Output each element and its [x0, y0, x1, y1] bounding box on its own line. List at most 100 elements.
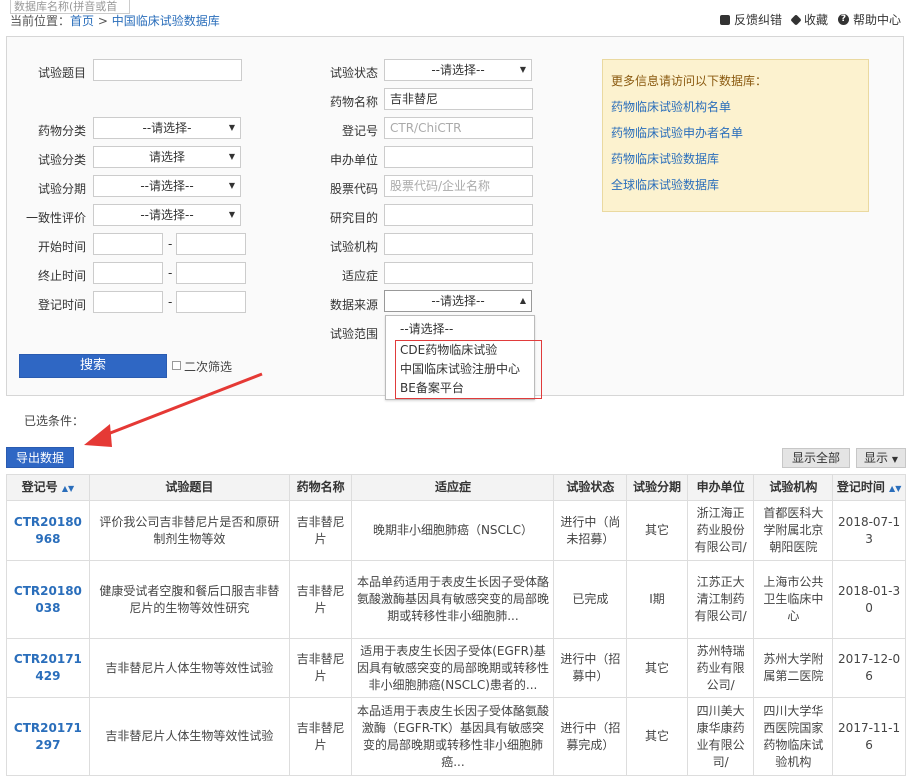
dropdown-caret-icon: ▼ — [228, 181, 235, 190]
dropdown-caret-icon: ▼ — [228, 123, 235, 132]
sponsor-list-link[interactable]: 药物临床试验申办者名单 — [611, 124, 860, 141]
trial-scope-label: 试验范围 — [329, 327, 378, 341]
cell-sponsor: 江苏正大清江制药有限公司/ — [686, 560, 755, 639]
range-dash: - — [168, 237, 173, 251]
cell-phase: 其它 — [626, 697, 688, 776]
help-link[interactable]: ? 帮助中心 — [837, 11, 901, 28]
breadcrumb-separator: > — [97, 14, 108, 28]
trial-phase-label: 试验分期 — [37, 182, 86, 196]
reg-time-to-input[interactable] — [176, 291, 246, 313]
reg-no-link[interactable]: CTR20180968 — [6, 500, 90, 561]
column-header-label: 登记号 — [21, 479, 58, 494]
sort-icon[interactable]: ▲▼ — [889, 484, 901, 493]
end-time-from-input[interactable] — [93, 262, 163, 284]
cell-phase: 其它 — [626, 500, 688, 561]
end-time-label: 终止时间 — [37, 269, 86, 283]
trial-status-value: --请选择-- — [431, 63, 485, 77]
cell-institution: 四川大学华西医院国家药物临床试验机构 — [753, 697, 834, 776]
help-label: 帮助中心 — [852, 13, 901, 27]
cell-title: 评价我公司吉非替尼片是否和原研制剂生物等效 — [88, 500, 290, 561]
question-icon: ? — [837, 14, 849, 25]
cell-status: 进行中（招募中） — [553, 638, 628, 698]
more-databases-title: 更多信息请访问以下数据库： — [611, 74, 768, 88]
purpose-input[interactable] — [384, 204, 533, 226]
trial-category-label: 试验分类 — [37, 153, 86, 167]
show-columns-button[interactable]: 显示 ▼ — [856, 448, 906, 468]
start-time-label: 开始时间 — [37, 240, 86, 254]
cell-institution: 上海市公共卫生临床中心 — [753, 560, 834, 639]
favorite-link[interactable]: 收藏 — [790, 11, 828, 28]
highlight-box — [395, 340, 542, 399]
reg-time-from-input[interactable] — [93, 291, 163, 313]
arrow-head — [84, 424, 112, 447]
show-columns-label: 显示 — [864, 451, 889, 465]
breadcrumb: 当前位置：首页 > 中国临床试验数据库 — [10, 12, 220, 29]
cell-indication-text: 适用于表皮生长因子受体(EGFR)基因具有敏感突变的局部晚期或转移性非小细胞肺癌… — [356, 643, 549, 692]
top-links: 反馈纠错 收藏 ? 帮助中心 — [719, 11, 901, 28]
secondary-filter-label: 二次筛选 — [184, 360, 233, 374]
cell-date: 2017-11-16 — [832, 697, 906, 776]
cell-status: 已完成 — [553, 560, 628, 639]
reg-time-label: 登记时间 — [37, 298, 86, 312]
cell-title: 吉非替尼片人体生物等效性试验 — [88, 697, 290, 776]
trial-category-select[interactable]: 请选择 ▼ — [93, 146, 241, 168]
table-row: CTR20171429 吉非替尼片人体生物等效性试验 吉非替尼片 适用于表皮生长… — [6, 638, 906, 698]
trial-category-value: 请选择 — [148, 150, 185, 164]
search-button[interactable]: 搜索 — [19, 354, 167, 378]
cell-drug: 吉非替尼片 — [288, 560, 353, 639]
drug-name-input[interactable]: 吉非替尼 — [384, 88, 533, 110]
breadcrumb-current-link[interactable]: 中国临床试验数据库 — [112, 14, 220, 28]
trial-status-select[interactable]: --请选择-- ▼ — [384, 59, 532, 81]
drug-trial-db-link[interactable]: 药物临床试验数据库 — [611, 150, 860, 167]
reg-no-link[interactable]: CTR20171297 — [6, 697, 90, 776]
breadcrumb-home-link[interactable]: 首页 — [70, 14, 94, 28]
data-source-dropdown: --请选择-- CDE药物临床试验 中国临床试验注册中心 BE备案平台 — [385, 315, 542, 400]
cell-indication: 适用于表皮生长因子受体(EGFR)基因具有敏感突变的局部晚期或转移性非小细胞肺癌… — [351, 638, 555, 698]
column-header-phase: 试验分期 — [626, 474, 688, 501]
indication-input[interactable] — [384, 262, 533, 284]
cell-date: 2018-07-13 — [832, 500, 906, 561]
trial-title-label: 试验题目 — [37, 66, 86, 80]
end-time-to-input[interactable] — [176, 262, 246, 284]
trial-phase-select[interactable]: --请选择-- ▼ — [93, 175, 241, 197]
feedback-link[interactable]: 反馈纠错 — [719, 11, 782, 28]
reg-no-link[interactable]: CTR20171429 — [6, 638, 90, 698]
secondary-filter-checkbox[interactable] — [172, 361, 181, 370]
cell-drug: 吉非替尼片 — [288, 500, 353, 561]
start-time-from-input[interactable] — [93, 233, 163, 255]
institution-input[interactable] — [384, 233, 533, 255]
export-data-button[interactable]: 导出数据 — [6, 447, 74, 468]
cell-phase: 其它 — [626, 638, 688, 698]
results-table: 登记号 ▲▼ 试验题目 药物名称 适应症 试验状态 试验分期 申办单位 试验机构… — [6, 474, 906, 776]
sort-icon[interactable]: ▲▼ — [62, 484, 74, 493]
institution-list-link[interactable]: 药物临床试验机构名单 — [611, 98, 860, 115]
column-header-reg-no[interactable]: 登记号 ▲▼ — [6, 474, 90, 501]
column-header-title: 试验题目 — [88, 474, 290, 501]
cell-sponsor: 浙江海正药业股份有限公司/ — [686, 500, 755, 561]
reg-no-link[interactable]: CTR20180038 — [6, 560, 90, 639]
dropdown-caret-icon: ▼ — [228, 210, 235, 219]
show-all-button[interactable]: 显示全部 — [782, 448, 850, 468]
data-source-option[interactable]: --请选择-- — [400, 320, 453, 337]
cell-institution: 苏州大学附属第二医院 — [753, 638, 834, 698]
data-source-select[interactable]: --请选择-- ▲ — [384, 290, 532, 312]
breadcrumb-prefix: 当前位置： — [10, 14, 71, 28]
sponsor-input[interactable] — [384, 146, 533, 168]
dropdown-caret-up-icon: ▲ — [519, 296, 526, 305]
dropdown-caret-icon: ▼ — [891, 455, 898, 464]
cell-date: 2018-01-30 — [832, 560, 906, 639]
global-trial-db-link[interactable]: 全球临床试验数据库 — [611, 176, 860, 193]
trial-title-input[interactable] — [93, 59, 242, 81]
reg-no-input[interactable]: CTR/ChiCTR — [384, 117, 533, 139]
column-header-date[interactable]: 登记时间 ▲▼ — [832, 474, 906, 501]
drug-category-select[interactable]: --请选择- ▼ — [93, 117, 241, 139]
stock-code-input[interactable]: 股票代码/企业名称 — [384, 175, 533, 197]
institution-label: 试验机构 — [329, 240, 378, 254]
cell-title: 吉非替尼片人体生物等效性试验 — [88, 638, 290, 698]
sponsor-label: 申办单位 — [329, 153, 378, 167]
cube-icon — [790, 13, 802, 26]
cell-institution: 首都医科大学附属北京朝阳医院 — [753, 500, 834, 561]
start-time-to-input[interactable] — [176, 233, 246, 255]
consistency-select[interactable]: --请选择-- ▼ — [93, 204, 241, 226]
reg-no-label: 登记号 — [341, 124, 378, 138]
